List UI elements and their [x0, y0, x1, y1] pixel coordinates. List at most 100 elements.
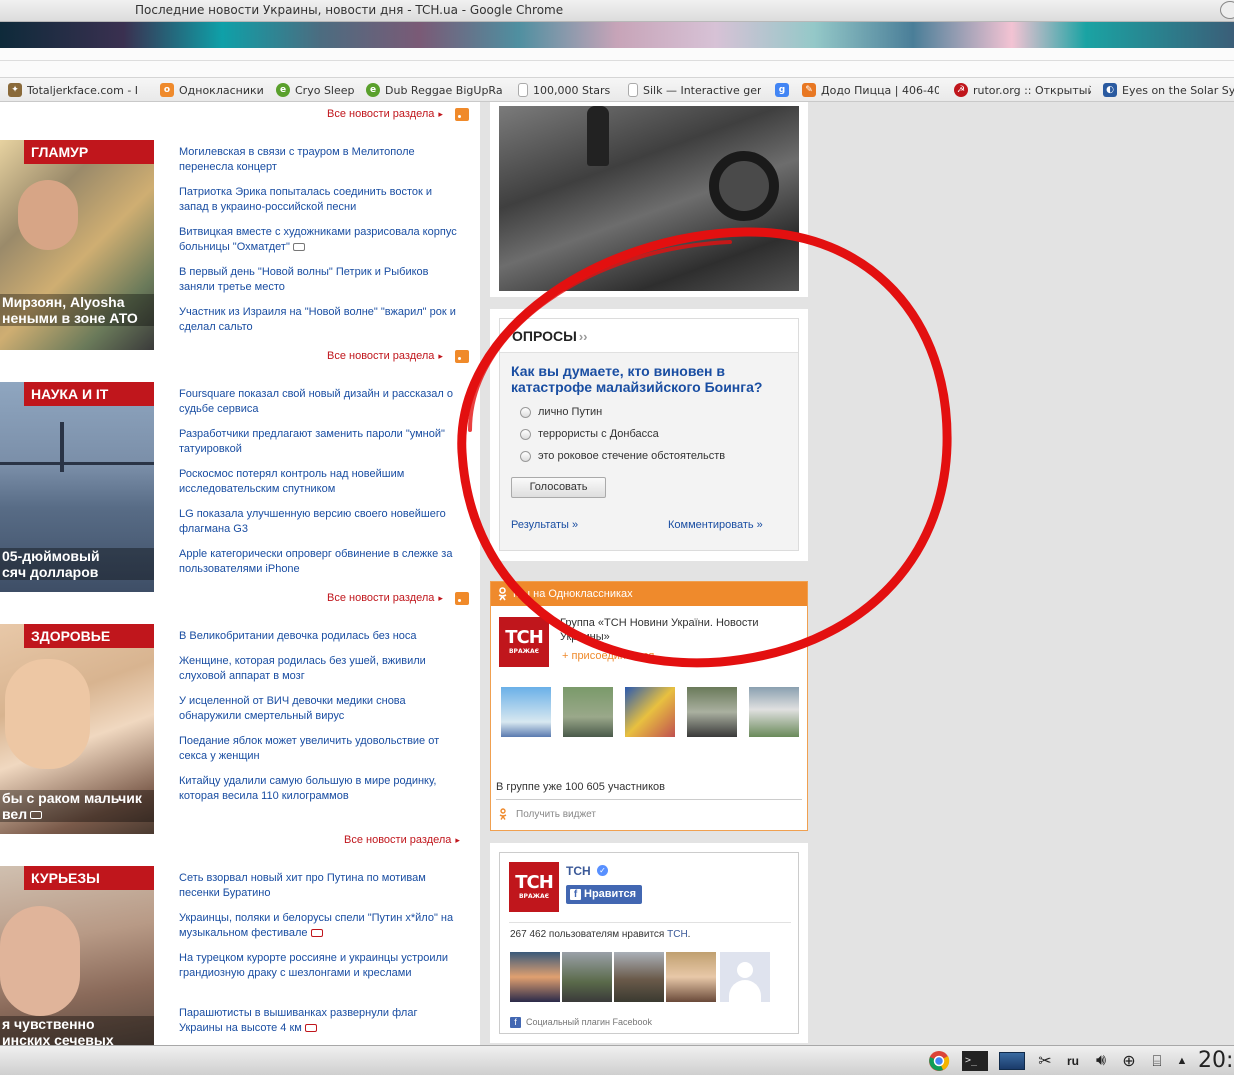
monitor-icon[interactable]: ⌸: [1146, 1051, 1168, 1071]
section-label-glamour[interactable]: ГЛАМУР: [24, 140, 154, 164]
news-link[interactable]: В первый день "Новой волны" Петрик и Рыб…: [179, 265, 464, 295]
network-icon[interactable]: ⊕: [1118, 1051, 1140, 1071]
news-link[interactable]: Foursquare показал свой новый дизайн и р…: [179, 387, 464, 417]
member-avatar[interactable]: [563, 687, 613, 737]
fan-avatar[interactable]: [720, 952, 770, 1002]
poll-comment-link[interactable]: Комментировать »: [668, 519, 763, 531]
member-avatar[interactable]: [501, 687, 551, 737]
tsn-logo[interactable]: ТСН ВРАЖАЄ: [499, 617, 549, 667]
page-icon: [628, 83, 638, 97]
fb-page-name[interactable]: ТСН: [566, 864, 591, 878]
all-news-link[interactable]: Все новости раздела ▸: [327, 108, 443, 120]
fan-avatar[interactable]: [666, 952, 716, 1002]
news-link[interactable]: Могилевская в связи с трауром в Мелитопо…: [179, 145, 464, 175]
image-caption[interactable]: сяч долларов: [0, 564, 154, 580]
image-caption[interactable]: Мирзоян, Alyosha: [0, 294, 154, 310]
news-link[interactable]: У исцеленной от ВИЧ девочки медики снова…: [179, 694, 464, 724]
clock[interactable]: 20:: [1198, 1048, 1233, 1073]
news-link[interactable]: Сеть взорвал новый хит про Путина по мот…: [179, 871, 464, 901]
news-link[interactable]: Парашютисты в вышиванках развернули флаг…: [179, 1006, 464, 1036]
news-link[interactable]: Женщине, которая родилась без ушей, вжив…: [179, 654, 464, 684]
rss-icon[interactable]: [455, 108, 469, 121]
double-chevron-right-icon: ››: [578, 329, 588, 344]
ok-group-name[interactable]: Группа «ТСН Новини України. Новости Укра…: [560, 616, 795, 644]
bookmark-google[interactable]: g: [775, 82, 794, 98]
section-label-curiosities[interactable]: КУРЬЕЗЫ: [24, 866, 154, 890]
news-link[interactable]: Поедание яблок может увеличить удовольст…: [179, 734, 464, 764]
volume-icon[interactable]: 🔊︎: [1090, 1051, 1112, 1071]
fan-avatar[interactable]: [510, 952, 560, 1002]
bookmark-totaljerkface[interactable]: ✦ Totaljerkface.com - I: [8, 82, 145, 98]
tsn-logo[interactable]: ТСН ВРАЖАЄ: [509, 862, 559, 912]
bookmark-silk[interactable]: Silk — Interactive gen: [628, 82, 761, 98]
news-link[interactable]: Роскосмос потерял контроль над новейшим …: [179, 467, 464, 497]
section-label-science-it[interactable]: НАУКА И IT: [24, 382, 154, 406]
poll-option[interactable]: это роковое стечение обстоятельств: [520, 450, 725, 462]
image-caption[interactable]: неными в зоне АТО: [0, 310, 154, 326]
poll-option[interactable]: террористы с Донбасса: [520, 428, 659, 440]
news-link[interactable]: Apple категорически опроверг обвинение в…: [179, 547, 464, 577]
image-caption[interactable]: бы с раком мальчик: [0, 790, 154, 806]
window-control-button[interactable]: [1220, 1, 1234, 19]
bookmark-rutor[interactable]: ☭ rutor.org :: Открытый: [954, 82, 1091, 98]
address-bar-area[interactable]: [0, 48, 1234, 78]
image-caption[interactable]: я чувственно: [0, 1016, 154, 1032]
news-link[interactable]: Украинцы, поляки и белорусы спели "Путин…: [179, 911, 464, 941]
window-title: Последние новости Украины, новости дня -…: [135, 3, 564, 17]
news-link[interactable]: Участник из Израиля на "Новой волне" "вж…: [179, 305, 464, 335]
ok-members-count: В группе уже 100 605 участников: [496, 781, 665, 793]
vote-button[interactable]: Голосовать: [511, 477, 606, 498]
ok-widget-header[interactable]: Мы на Одноклассниках: [491, 582, 807, 606]
news-link[interactable]: Китайцу удалили самую большую в мире род…: [179, 774, 464, 804]
page-icon: [518, 83, 528, 97]
member-avatar[interactable]: [687, 687, 737, 737]
radio-button[interactable]: [520, 406, 531, 418]
odnoklassniki-icon: [499, 808, 507, 820]
poll-option[interactable]: лично Путин: [520, 406, 602, 418]
fan-avatar[interactable]: [614, 952, 664, 1002]
ok-join-link[interactable]: + присоединиться: [562, 650, 654, 662]
chevron-up-icon[interactable]: ▲: [1174, 1051, 1190, 1071]
facebook-icon: f: [570, 889, 581, 900]
news-link[interactable]: Патриотка Эрика попыталась соединить вос…: [179, 185, 464, 215]
bookmark-eyes-solar-system[interactable]: ◐ Eyes on the Solar Sys: [1103, 82, 1234, 98]
bookmark-dodo-pizza[interactable]: ✎ Додо Пицца | 406-40: [802, 82, 939, 98]
bookmarks-bar: ✦ Totaljerkface.com - I o Однокласники e…: [0, 78, 1234, 102]
scissors-icon[interactable]: ✂: [1036, 1051, 1054, 1071]
rss-icon[interactable]: [455, 350, 469, 363]
member-avatar[interactable]: [625, 687, 675, 737]
fb-like-button[interactable]: f Нравится: [566, 885, 642, 904]
section-label-health[interactable]: ЗДОРОВЬЕ: [24, 624, 154, 648]
nasa-icon: ◐: [1103, 83, 1117, 97]
member-avatar[interactable]: [749, 687, 799, 737]
news-link[interactable]: LG показала улучшенную версию своего нов…: [179, 507, 464, 537]
terminal-icon[interactable]: >_: [961, 1051, 989, 1071]
featured-photo-panel: [490, 102, 808, 297]
bookmark-cryo-sleep[interactable]: e Cryo Sleep: [276, 82, 365, 98]
fan-avatar[interactable]: [562, 952, 612, 1002]
radio-button[interactable]: [520, 450, 531, 462]
news-link[interactable]: На турецком курорте россияне и украинцы …: [179, 951, 464, 981]
image-caption[interactable]: 05-дюймовый: [0, 548, 154, 564]
poll-header[interactable]: ОПРОСЫ ››: [500, 319, 798, 353]
chrome-icon[interactable]: [926, 1051, 952, 1071]
get-widget-link[interactable]: Получить виджет: [516, 809, 596, 820]
image-caption[interactable]: вел: [0, 806, 154, 822]
radio-button[interactable]: [520, 428, 531, 440]
news-link[interactable]: Витвицкая вместе с художниками разрисова…: [179, 225, 464, 255]
all-news-link[interactable]: Все новости раздела ▸: [344, 834, 460, 846]
news-link[interactable]: Разработчики предлагают заменить пароли …: [179, 427, 464, 457]
crash-site-photo[interactable]: [499, 106, 799, 291]
bookmark-odnoklassniki[interactable]: o Однокласники: [160, 82, 269, 98]
rss-icon[interactable]: [455, 592, 469, 605]
bookmark-100000-stars[interactable]: 100,000 Stars: [518, 82, 623, 98]
e-icon: e: [276, 83, 290, 97]
bookmark-dub-reggae[interactable]: e Dub Reggae BigUpRa: [366, 82, 503, 98]
poll-results-link[interactable]: Результаты »: [511, 519, 578, 531]
image-caption[interactable]: инских сечевых: [0, 1032, 154, 1045]
news-link[interactable]: В Великобритании девочка родилась без но…: [179, 629, 464, 644]
all-news-link[interactable]: Все новости раздела ▸: [327, 592, 443, 604]
all-news-link[interactable]: Все новости раздела ▸: [327, 350, 443, 362]
desktop-switcher-icon[interactable]: [998, 1051, 1026, 1071]
keyboard-layout-indicator[interactable]: ru: [1062, 1051, 1084, 1071]
